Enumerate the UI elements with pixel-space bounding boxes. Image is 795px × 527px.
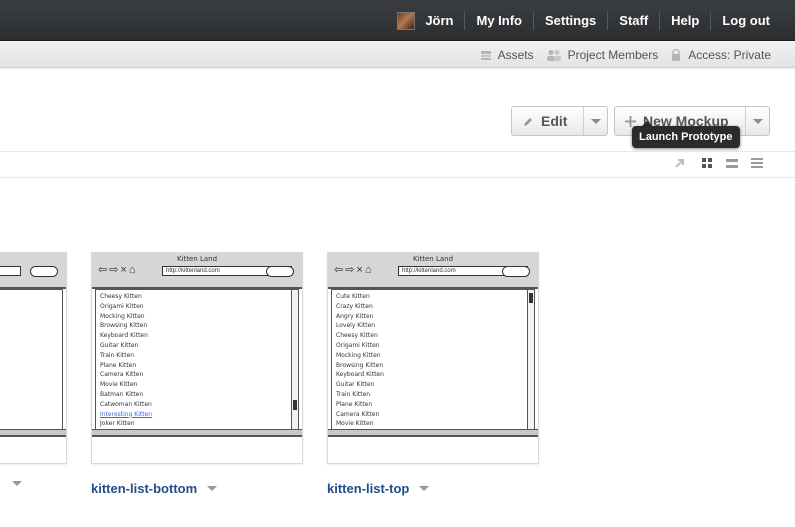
mock-list-item: Keyboard Kitten [100,332,148,340]
mock-list-item: Batman Kitten [100,390,144,398]
mock-window-title: Kitten Land [412,255,454,263]
mock-list-item: Plane Kitten [100,361,137,369]
top-nav-items: Jörn My Info Settings Staff Help Log out [397,0,781,41]
mock-list-item: Cute Kitten [336,293,370,300]
mock-list-item: Origami Kitten [336,341,380,349]
mock-list-item: Joker Kitten [100,420,135,428]
mockup-card[interactable] [0,252,67,464]
mock-status-bar [92,429,302,437]
mock-list-item: Guitar Kitten [336,381,375,389]
mock-list-item: Origami Kitten [100,302,144,310]
chevron-down-icon [752,118,763,124]
mock-scroll-thumb [529,293,533,303]
mock-list-item: Mocking Kitten [100,312,145,320]
avatar [397,11,416,30]
chevron-down-icon [590,118,601,124]
launch-arrow-icon[interactable] [674,157,686,169]
card-label-kitten-list-bottom[interactable]: kitten-list-bottom [91,481,218,496]
lock-icon [672,48,681,61]
edit-dropdown-toggle[interactable] [583,107,607,135]
project-members-link[interactable]: Project Members [546,47,659,62]
user-menu[interactable]: Jörn [397,11,464,30]
mock-list-items: Cheesy Kitten Origami Kitten Mocking Kitte… [100,292,294,429]
pencil-icon [524,118,532,126]
view-mode-controls [664,157,763,169]
project-subbar: Assets Project Members Access: Private [0,41,795,68]
card-label-kitten-list-top[interactable]: kitten-list-top [327,481,430,496]
assets-label: Assets [497,47,534,62]
divider-bottom [0,177,795,178]
card-title: kitten-list-bottom [91,481,198,496]
mock-list-item: Crazy Kitten [336,302,373,310]
mock-list-item: Interesting Kitten [100,410,153,418]
mock-window-title: Kitten Land [176,255,218,263]
chevron-down-icon[interactable] [419,486,430,491]
mock-list-items: Cute Kitten Crazy Kitten Angry Kitten Lovel… [336,292,530,429]
nav-log-out[interactable]: Log out [710,11,781,30]
grid-view-icon[interactable] [702,157,713,169]
mock-list-item: Browsing Kitten [336,361,384,369]
mock-list-area: Cheesy Kitten Origami Kitten Mocking Kitte… [95,289,299,431]
large-list-view-icon[interactable] [726,158,738,169]
chevron-down-icon[interactable] [207,486,218,491]
project-subbar-items: Assets Project Members Access: Private [468,41,771,68]
card-title: kitten-list-top [327,481,410,496]
new-mockup-dropdown-toggle[interactable] [745,107,769,135]
mock-list-item: Mocking Kitten [336,351,381,359]
compact-list-view-icon[interactable] [751,157,763,169]
mock-list-item: Keyboard Kitten [336,371,384,379]
mock-search-field [502,266,530,277]
user-name: Jörn [425,12,454,28]
members-icon [546,49,561,61]
mockup-card-kitten-list-top[interactable]: Kitten Land ⇦⇨×⌂ http://kittenland.com C… [327,252,539,464]
mock-list-item: Lovely Kitten [336,322,376,330]
access-label: Access: Private [688,47,771,62]
mock-browser-chrome: Kitten Land ⇦⇨×⌂ http://kittenland.com [328,253,538,289]
mock-url-field [0,266,21,276]
mock-nav-buttons: ⇦⇨×⌂ [334,264,374,276]
mock-list-item: Browsing Kitten [100,322,148,330]
launch-prototype-tooltip: Launch Prototype [632,121,740,148]
mock-list-item: Cheesy Kitten [336,332,378,340]
mock-list-area: Cute Kitten Crazy Kitten Angry Kitten Lovel… [331,289,535,431]
chevron-down-icon[interactable] [12,481,22,486]
nav-staff[interactable]: Staff [607,11,659,30]
mockup-card-kitten-list-bottom[interactable]: Kitten Land ⇦⇨×⌂ http://kittenland.com C… [91,252,303,464]
assets-link[interactable]: Assets [480,48,534,62]
nav-my-info[interactable]: My Info [464,11,533,30]
mock-list-item: Plane Kitten [336,400,373,408]
mock-scrollbar [527,290,534,430]
nav-help[interactable]: Help [659,11,710,30]
mock-list-item: Camera Kitten [100,371,144,379]
mock-list-area [0,289,63,431]
mock-list-item: Train Kitten [336,390,371,398]
mock-list-item: Guitar Kitten [100,341,139,349]
divider-top [0,151,795,152]
mock-nav-buttons: ⇦⇨×⌂ [98,264,138,276]
mock-browser-chrome: Kitten Land ⇦⇨×⌂ http://kittenland.com [92,253,302,289]
assets-icon [480,50,491,60]
mock-scrollbar [291,290,298,430]
access-link[interactable]: Access: Private [670,48,771,62]
edit-button[interactable]: Edit [511,106,608,136]
mock-list-item: Camera Kitten [336,410,380,418]
mock-browser-chrome [0,253,66,289]
mock-list-item: Catwoman Kitten [100,400,152,408]
mock-scroll-thumb [293,400,297,410]
mock-list-item: Train Kitten [100,351,135,359]
card-label-0[interactable] [12,481,22,486]
nav-settings[interactable]: Settings [532,11,607,30]
mock-status-bar [328,429,538,437]
mock-list-item: Movie Kitten [100,381,138,389]
mock-search-field [30,266,58,277]
mock-list-item: Movie Kitten [336,420,374,428]
top-navigation-bar: Jörn My Info Settings Staff Help Log out [0,0,795,41]
project-members-label: Project Members [567,47,659,62]
mock-list-item: Angry Kitten [336,312,374,320]
mock-list-item: Cheesy Kitten [100,293,142,300]
mock-status-bar [0,429,66,437]
edit-label: Edit [541,113,568,129]
mock-search-field [266,266,294,277]
